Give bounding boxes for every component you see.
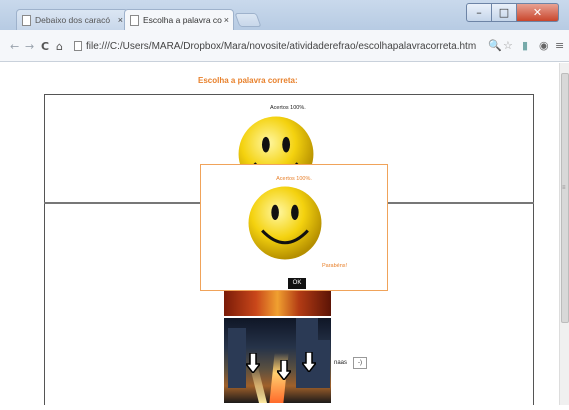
forward-button[interactable]: → (25, 40, 34, 53)
browser-window: Debaixo dos caracó × Escolha a palavra c… (0, 0, 569, 410)
minimize-button[interactable]: – (466, 3, 492, 22)
arrow-down-icon (277, 360, 291, 380)
scroll-grip-icon: ≡ (562, 185, 566, 191)
page-icon (130, 15, 139, 26)
tab-label: Escolha a palavra co (143, 15, 222, 25)
close-tab-icon[interactable]: × (118, 10, 123, 30)
dialog-title: Acertos 100%. (276, 176, 312, 182)
arrow-down-icon (302, 352, 316, 372)
new-tab-button[interactable] (234, 13, 262, 27)
window-controls: – □ ✕ (466, 3, 559, 22)
city-street-image (224, 318, 331, 403)
result-dialog: Acertos 100%. Parabéns! OK (200, 164, 388, 291)
menu-icon[interactable]: ≡ (555, 39, 564, 52)
page-content: Escolha a palavra correta: Acertos 100%. (18, 63, 566, 405)
search-icon[interactable]: 🔍 (488, 39, 502, 52)
close-tab-icon[interactable]: × (224, 10, 229, 30)
dialog-subtitle: Parabéns! (322, 263, 348, 269)
page-title: Escolha a palavra correta: (198, 76, 298, 85)
browser-toolbar: ← → C ⌂ file:///C:/Users/MARA/Dropbox/Ma… (0, 30, 569, 62)
tab-label: Debaixo dos caracó (35, 15, 111, 25)
address-bar[interactable]: file:///C:/Users/MARA/Dropbox/Mara/novos… (86, 41, 476, 52)
title-bar: Debaixo dos caracó × Escolha a palavra c… (0, 0, 569, 30)
eye-icon[interactable]: ◉ (539, 39, 549, 52)
score-text: Acertos 100%. (270, 105, 306, 111)
page-icon (22, 15, 31, 26)
smiley-icon (248, 186, 322, 260)
tab-debaixo-dos-caracois[interactable]: Debaixo dos caracó × (16, 9, 128, 30)
tab-escolha-a-palavra[interactable]: Escolha a palavra co × (124, 9, 234, 30)
home-button[interactable]: ⌂ (56, 40, 63, 53)
maximize-button[interactable]: □ (492, 3, 517, 22)
ok-button[interactable]: OK (288, 278, 306, 289)
arrow-down-icon (246, 353, 260, 373)
file-icon (74, 41, 82, 51)
back-button[interactable]: ← (10, 40, 19, 53)
star-icon[interactable]: ☆ (503, 39, 513, 52)
signal-icon[interactable]: ▮ (522, 39, 528, 52)
close-window-button[interactable]: ✕ (517, 3, 559, 22)
reload-button[interactable]: C (41, 40, 49, 53)
option-label: naas (334, 360, 348, 366)
vertical-scrollbar[interactable]: ≡ (559, 63, 569, 405)
option-select[interactable]: -) (353, 357, 367, 369)
scroll-thumb[interactable] (561, 73, 569, 323)
